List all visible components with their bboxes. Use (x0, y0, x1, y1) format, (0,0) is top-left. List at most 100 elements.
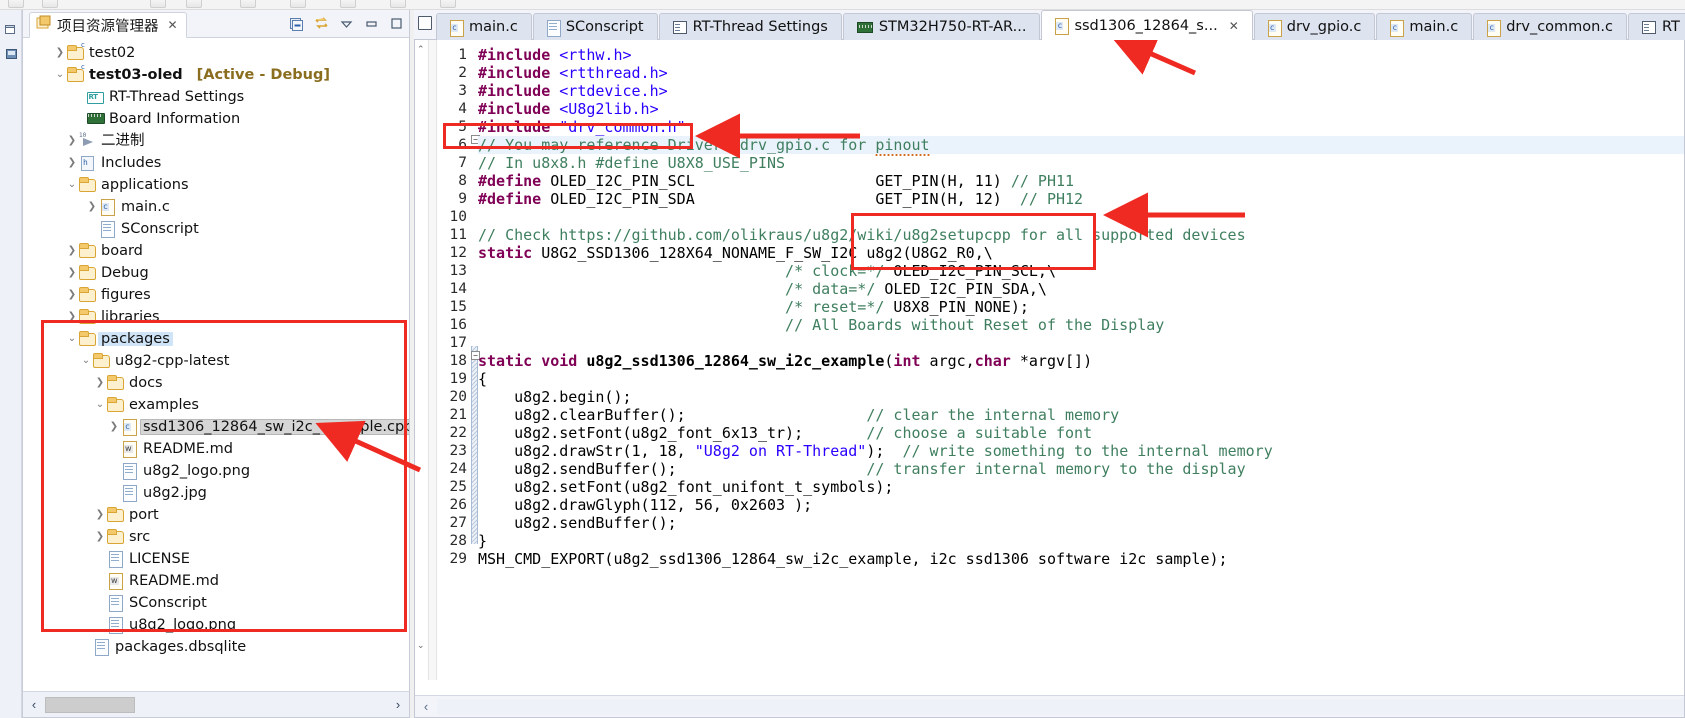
tree-item-readme-md[interactable]: README.md (23, 570, 409, 592)
code-line-6[interactable]: // You may reference Drivers/drv_gpio.c … (478, 136, 1684, 158)
chevron-right-icon[interactable]: ❯ (65, 288, 79, 302)
maximize-icon[interactable] (388, 15, 405, 32)
tree-item-docs[interactable]: ❯ docs (23, 372, 409, 394)
scroll-left-icon[interactable]: ‹ (415, 695, 437, 718)
editor-tab-sconscript[interactable]: SConscript (532, 13, 658, 40)
tree-item-debug[interactable]: ❯ Debug (23, 262, 409, 284)
code-line-14[interactable]: /* data=*/ OLED_I2C_PIN_SDA,\ (478, 280, 1047, 298)
code-line-16[interactable]: // All Boards without Reset of the Displ… (478, 316, 1164, 334)
explorer-tab[interactable]: 项目资源管理器 ✕ (29, 12, 187, 38)
code-line-24[interactable]: u8g2.sendBuffer(); // transfer internal … (478, 460, 1246, 478)
chevron-right-icon[interactable]: ❯ (53, 46, 67, 60)
project-tree[interactable]: ❯ c test02 ⌄ c test03-oled [Active - Debug] RT-… (23, 38, 409, 688)
minimize-icon[interactable] (363, 15, 380, 32)
tree-item-license[interactable]: LICENSE (23, 548, 409, 570)
editor-tab-rt-thread-settings[interactable]: RT-Thread Settings (658, 13, 842, 40)
open-perspective-icon[interactable] (3, 46, 19, 62)
code-text[interactable]: #include <rthw.h> #include <rtthread.h> #i… (478, 40, 1684, 680)
chevron-right-icon[interactable]: ❯ (65, 244, 79, 258)
chevron-right-icon[interactable]: ❯ (85, 200, 99, 214)
tree-item-main-c[interactable]: ❯ main.c (23, 196, 409, 218)
tree-item-test03-oled[interactable]: ⌄ c test03-oled [Active - Debug] (23, 64, 409, 86)
toolbar-icon[interactable] (150, 0, 166, 8)
folding-column[interactable] (429, 40, 437, 680)
code-line-8[interactable]: #define OLED_I2C_PIN_SCL GET_PIN(H, 11) … (478, 172, 1074, 190)
code-line-12[interactable]: static U8G2_SSD1306_128X64_NONAME_F_SW_I… (478, 244, 993, 262)
code-line-15[interactable]: /* reset=*/ U8X8_PIN_NONE); (478, 298, 1029, 316)
link-with-editor-icon[interactable] (313, 15, 330, 32)
code-line-25[interactable]: u8g2.setFont(u8g2_font_unifont_t_symbols… (478, 478, 893, 496)
tree-item-libraries[interactable]: ❯ libraries (23, 306, 409, 328)
code-line-11[interactable]: // Check https://github.com/olikraus/u8g… (478, 226, 1246, 244)
tree-item-u8g2-logo-png[interactable]: u8g2_logo.png (23, 460, 409, 482)
toolbar-icon[interactable] (186, 0, 202, 8)
tree-item-includes[interactable]: ❯ Includes (23, 152, 409, 174)
tree-item-board-information[interactable]: Board Information (23, 108, 409, 130)
tree-item-rt-thread-settings[interactable]: RT-Thread Settings (23, 86, 409, 108)
tree-item-sconscript[interactable]: SConscript (23, 218, 409, 240)
code-line-3[interactable]: #include <rtdevice.h> (478, 82, 668, 100)
chevron-right-icon[interactable]: ❯ (65, 134, 79, 148)
chevron-down-icon[interactable]: ⌄ (65, 332, 79, 346)
code-line-29[interactable]: MSH_CMD_EXPORT(u8g2_ssd1306_12864_sw_i2c… (478, 550, 1228, 568)
tree-item-packages-dbsqlite[interactable]: packages.dbsqlite (23, 636, 409, 658)
code-editor[interactable]: ⌃ ⌄ 1 2 3 4 5 6 7 8 9 10 11 12 13 14 15 16 17 18 19 20 21 22 2… (414, 40, 1685, 718)
scroll-right-icon[interactable]: › (387, 693, 409, 717)
chevron-right-icon[interactable]: ❯ (65, 310, 79, 324)
tree-item-sconscript[interactable]: SConscript (23, 592, 409, 614)
tree-item-readme-md[interactable]: README.md (23, 438, 409, 460)
editor-tab-stm32h750-rt-ar[interactable]: STM32H750-RT-AR... (842, 13, 1041, 40)
code-line-19[interactable]: { (478, 370, 487, 388)
scroll-track[interactable] (437, 698, 1684, 715)
code-line-27[interactable]: u8g2.sendBuffer(); (478, 514, 677, 532)
scroll-up-icon[interactable]: ⌃ (417, 44, 425, 55)
toolbar-icon[interactable] (290, 0, 306, 8)
code-line-5[interactable]: #include "drv_common.h" (478, 118, 686, 136)
code-line-4[interactable]: #include <U8g2lib.h> (478, 100, 659, 118)
scroll-left-icon[interactable]: ‹ (23, 693, 45, 717)
tree-item-packages[interactable]: ⌄ packages (23, 328, 409, 350)
code-line-7[interactable]: // In u8x8.h #define U8X8_USE_PINS (478, 154, 785, 172)
chevron-right-icon[interactable]: ❯ (93, 508, 107, 522)
chevron-right-icon[interactable]: ❯ (93, 530, 107, 544)
scroll-down-icon[interactable]: ⌄ (417, 640, 425, 651)
explorer-hscrollbar[interactable]: ‹ › (23, 691, 409, 717)
chevron-right-icon[interactable]: ❯ (93, 376, 107, 390)
editor-hscrollbar[interactable]: ‹ (415, 695, 1684, 717)
code-line-20[interactable]: u8g2.begin(); (478, 388, 631, 406)
tree-item-ssd1306-12864-sw-i2c-example-cpp[interactable]: ❯ ssd1306_12864_sw_i2c_example.cpp (23, 416, 409, 438)
chevron-right-icon[interactable]: ❯ (65, 266, 79, 280)
code-line-22[interactable]: u8g2.setFont(u8g2_font_6x13_tr); // choo… (478, 424, 1092, 442)
scroll-thumb[interactable] (45, 696, 135, 713)
editor-tab-list[interactable]: main.c SConscript RT-Thread Settings STM32H… (436, 10, 1685, 40)
tree-item-src[interactable]: ❯ src (23, 526, 409, 548)
toolbar-icon[interactable] (340, 0, 356, 8)
view-menu-icon[interactable] (338, 15, 355, 32)
toolbar-icon[interactable] (240, 0, 256, 8)
tree-item-u8g2-logo-png[interactable]: u8g2_logo.png (23, 614, 409, 636)
code-line-13[interactable]: /* clock=*/ OLED_I2C_PIN_SCL,\ (478, 262, 1056, 280)
chevron-down-icon[interactable]: ⌄ (53, 68, 67, 82)
editor-tab-main-c[interactable]: main.c (1376, 13, 1473, 40)
editor-restore-icon[interactable] (418, 16, 432, 30)
collapse-all-icon[interactable] (288, 15, 305, 32)
chevron-down-icon[interactable]: ⌄ (79, 354, 93, 368)
tree-item-applications[interactable]: ⌄ applications (23, 174, 409, 196)
tree-item-examples[interactable]: ⌄ examples (23, 394, 409, 416)
restore-view-icon[interactable] (3, 22, 19, 38)
code-line-23[interactable]: u8g2.drawStr(1, 18, "U8g2 on RT-Thread")… (478, 442, 1273, 460)
code-line-9[interactable]: #define OLED_I2C_PIN_SDA GET_PIN(H, 12) … (478, 190, 1083, 208)
code-line-28[interactable]: } (478, 532, 487, 550)
tree-item-[interactable]: ❯ 二进制 (23, 130, 409, 152)
code-line-1[interactable]: #include <rthw.h> (478, 46, 632, 64)
toolbar-icon[interactable] (390, 0, 406, 8)
editor-tab-main-c[interactable]: main.c (436, 13, 532, 40)
code-line-21[interactable]: u8g2.clearBuffer(); // clear the interna… (478, 406, 1119, 424)
code-line-26[interactable]: u8g2.drawGlyph(112, 56, 0x2603 ); (478, 496, 812, 514)
code-line-18[interactable]: static void u8g2_ssd1306_12864_sw_i2c_ex… (478, 352, 1092, 370)
editor-tab-drv-common-c[interactable]: drv_common.c (1473, 13, 1627, 40)
toolbar-icon[interactable] (440, 0, 456, 8)
tree-item-u8g2-jpg[interactable]: u8g2.jpg (23, 482, 409, 504)
tree-item-board[interactable]: ❯ board (23, 240, 409, 262)
toolbar-icon[interactable] (8, 0, 24, 8)
